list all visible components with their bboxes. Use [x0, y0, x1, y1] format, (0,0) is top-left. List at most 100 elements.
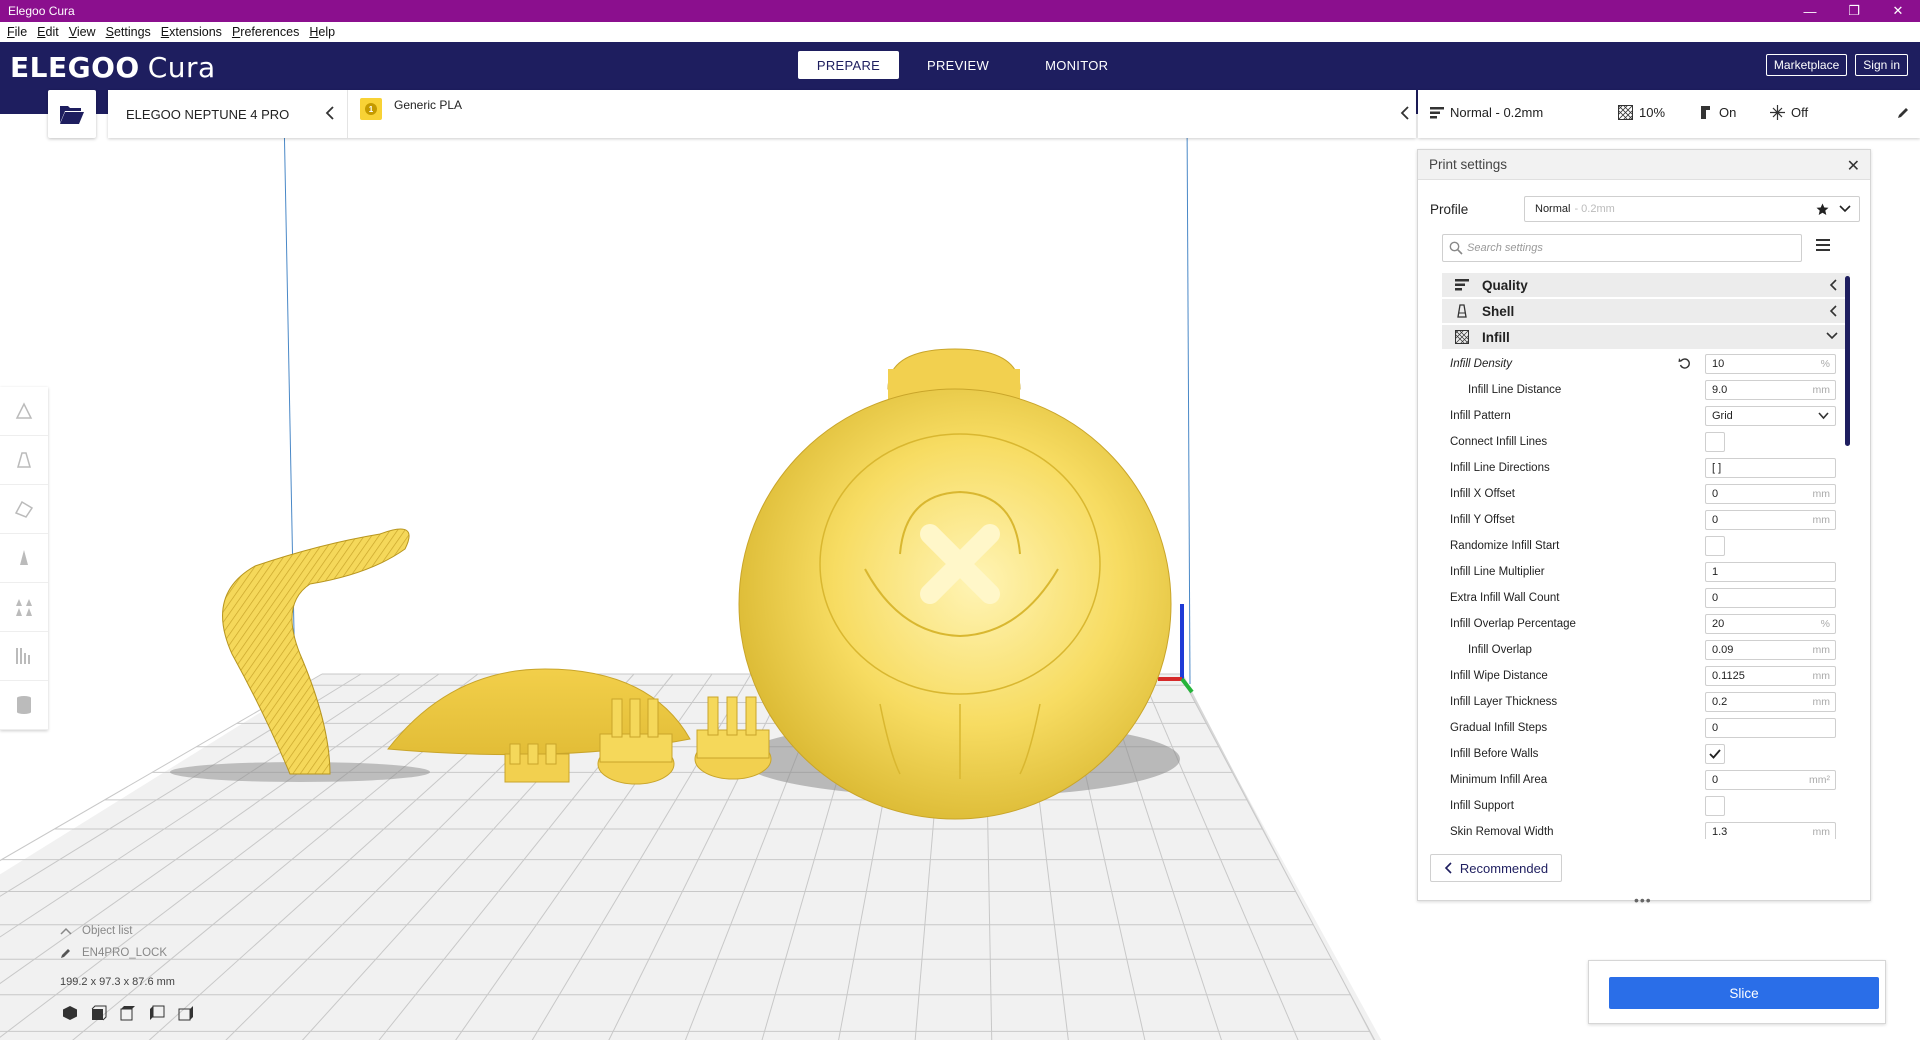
category-quality[interactable]: Quality [1442, 273, 1850, 297]
maximize-button[interactable]: ❐ [1832, 0, 1876, 22]
right-view-icon[interactable] [178, 1005, 194, 1021]
menu-help[interactable]: Help [304, 25, 340, 39]
recommended-button[interactable]: Recommended [1430, 854, 1562, 882]
profile-dropdown[interactable]: Normal - 0.2mm [1524, 196, 1860, 222]
close-panel-icon[interactable]: ✕ [1847, 156, 1860, 176]
printer-selector[interactable]: ELEGOO NEPTUNE 4 PRO [108, 90, 348, 138]
setting-label: Infill Pattern [1450, 410, 1511, 422]
setting-row: Extra Infill Wall Count 0 [1442, 585, 1850, 611]
cylinder-tool[interactable] [0, 681, 48, 730]
category-infill[interactable]: Infill [1442, 325, 1850, 349]
setting-value: 0 [1712, 592, 1719, 604]
print-settings-summary[interactable]: Normal - 0.2mm 10% On Off [1418, 90, 1920, 138]
support-blocker-icon [16, 648, 30, 664]
category-shell[interactable]: Shell [1442, 299, 1850, 323]
setting-row: Infill Y Offset 0 mm [1442, 507, 1850, 533]
setting-label: Skin Removal Width [1450, 826, 1554, 838]
top-view-icon[interactable] [120, 1005, 136, 1021]
setting-value-field[interactable]: 0 mm² [1705, 770, 1836, 790]
setting-value: 0.1125 [1712, 670, 1745, 682]
marketplace-button[interactable]: Marketplace [1765, 54, 1848, 76]
profile-row: Profile Normal - 0.2mm [1430, 196, 1860, 222]
left-view-icon[interactable] [149, 1005, 165, 1021]
setting-value: Grid [1712, 410, 1733, 422]
setting-value-field[interactable]: 0.1125 mm [1705, 666, 1836, 686]
setting-value: 9.0 [1712, 384, 1728, 396]
mirror-tool[interactable] [0, 534, 48, 583]
menu-extensions[interactable]: Extensions [156, 25, 227, 39]
material-selector[interactable]: 1 Generic PLA [360, 98, 462, 120]
tab-prepare[interactable]: PREPARE [798, 51, 899, 79]
ball-part [738, 348, 1172, 820]
scale-tool[interactable] [0, 436, 48, 485]
setting-unit: % [1820, 358, 1830, 370]
settings-visibility-menu-icon[interactable] [1816, 239, 1830, 251]
close-window-button[interactable]: ✕ [1876, 0, 1920, 22]
setting-value-field[interactable]: 1.3 mm [1705, 822, 1836, 839]
setting-row: Infill X Offset 0 mm [1442, 481, 1850, 507]
reset-icon[interactable] [1678, 357, 1691, 370]
setting-label: Connect Infill Lines [1450, 436, 1548, 448]
profile-sub: - 0.2mm [1574, 203, 1615, 215]
pencil-icon[interactable] [1896, 106, 1910, 120]
setting-checkbox[interactable] [1705, 432, 1725, 452]
setting-value-field[interactable]: 0.09 mm [1705, 640, 1836, 660]
open-file-button[interactable] [48, 90, 96, 138]
menu-settings[interactable]: Settings [101, 25, 156, 39]
mirror-icon [20, 550, 28, 565]
panel-title: Print settings [1429, 157, 1508, 172]
3d-view-icon[interactable] [62, 1005, 78, 1021]
setting-value: 0 [1712, 774, 1719, 786]
menu-edit[interactable]: Edit [32, 25, 64, 39]
setting-label: Infill Wipe Distance [1450, 670, 1548, 682]
setting-value-field[interactable]: 0 [1705, 718, 1836, 738]
menu-file[interactable]: File [2, 25, 32, 39]
window-titlebar: Elegoo Cura — ❐ ✕ [0, 0, 1920, 22]
setting-value: 0.2 [1712, 696, 1728, 708]
slice-panel: Slice [1588, 960, 1886, 1024]
object-name-row[interactable]: EN4PRO_LOCK [60, 942, 167, 964]
summary-adhesion: Off [1791, 105, 1809, 120]
menu-view[interactable]: View [64, 25, 101, 39]
profile-name: Normal [1535, 203, 1571, 215]
setting-checkbox[interactable] [1705, 744, 1725, 764]
setting-select[interactable]: Grid [1705, 406, 1836, 426]
move-icon [15, 402, 33, 419]
setting-value-field[interactable]: 1 [1705, 562, 1836, 582]
object-list: Object list EN4PRO_LOCK [60, 920, 167, 964]
tab-preview[interactable]: PREVIEW [899, 51, 1017, 79]
setting-value-field[interactable]: 0 mm [1705, 510, 1836, 530]
slice-button[interactable]: Slice [1609, 977, 1879, 1009]
summary-profile: Normal - 0.2mm [1450, 105, 1544, 120]
extruder-number: 1 [365, 103, 377, 115]
signin-button[interactable]: Sign in [1855, 54, 1908, 76]
support-blocker-tool[interactable] [0, 632, 48, 681]
setting-checkbox[interactable] [1705, 796, 1725, 816]
panel-resize-handle[interactable]: ••• [1634, 892, 1652, 908]
rotate-tool[interactable] [0, 485, 48, 534]
search-settings-input[interactable]: Search settings [1442, 234, 1802, 262]
support-icon [1701, 106, 1710, 119]
menu-preferences[interactable]: Preferences [227, 25, 304, 39]
setting-value-field[interactable]: 10% [1705, 354, 1836, 374]
setting-value-field[interactable]: 0 mm [1705, 484, 1836, 504]
setting-checkbox[interactable] [1705, 536, 1725, 556]
per-model-settings-tool[interactable] [0, 583, 48, 632]
profile-label: Profile [1430, 201, 1469, 217]
object-list-toggle[interactable]: Object list [60, 920, 167, 942]
settings-scrollbar[interactable] [1845, 276, 1850, 446]
setting-value-field[interactable]: 0 [1705, 588, 1836, 608]
setting-value-field[interactable]: [ ] [1705, 458, 1836, 478]
minimize-button[interactable]: — [1788, 0, 1832, 22]
front-view-icon[interactable] [91, 1005, 107, 1021]
setting-value-field[interactable]: 9.0 mm [1705, 380, 1836, 400]
move-tool[interactable] [0, 387, 48, 436]
setting-value-field[interactable]: 0.2 mm [1705, 692, 1836, 712]
star-icon[interactable] [1816, 203, 1829, 216]
setting-label: Randomize Infill Start [1450, 540, 1560, 552]
tab-monitor[interactable]: MONITOR [1017, 51, 1136, 79]
setting-value: 1.3 [1712, 826, 1728, 838]
chevron-left-icon[interactable] [1400, 105, 1410, 121]
setting-value-field[interactable]: 20% [1705, 614, 1836, 634]
chevron-left-icon [1829, 279, 1837, 291]
